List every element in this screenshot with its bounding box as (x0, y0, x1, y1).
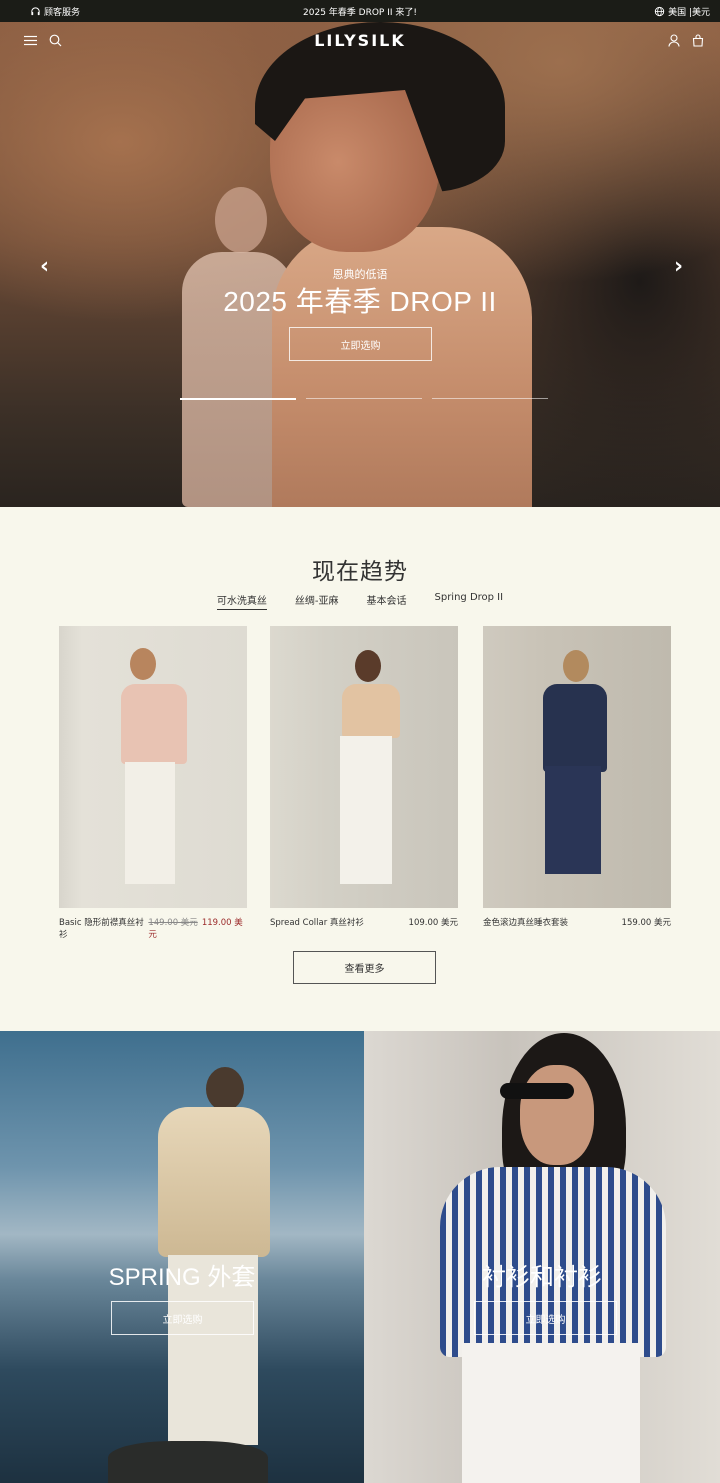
product-card[interactable]: Spread Collar 真丝衬衫 109.00 美元 (270, 626, 458, 928)
hero-banner: LILYSILK ‹ › 恩典的低语 2025 年春季 DROP II 立即选购 (0, 22, 720, 507)
tab-silk-linen[interactable]: 丝绸-亚麻 (295, 592, 339, 610)
product-price: 159.00 美元 (621, 918, 671, 928)
product-info: Basic 隐形前襟真丝衬衫 149.00 美元 119.00 美元 (59, 916, 247, 940)
banner-title: 衬衫和衬衫 (482, 1264, 602, 1291)
product-image[interactable] (59, 626, 247, 908)
trending-tabs: 可水洗真丝 丝绸-亚麻 基本会话 Spring Drop II (0, 592, 720, 610)
shirts-banner[interactable]: 衬衫和衬衫 立即选购 (364, 1031, 720, 1483)
product-image[interactable] (483, 626, 671, 908)
banner-shop-now-button[interactable]: 立即选购 (111, 1301, 254, 1335)
menu-icon[interactable] (24, 35, 37, 46)
account-icon[interactable] (668, 33, 680, 47)
globe-icon (654, 6, 665, 16)
announcement-message[interactable]: 2025 年春季 DROP II 来了! (0, 5, 720, 18)
product-card[interactable]: Basic 隐形前襟真丝衬衫 149.00 美元 119.00 美元 (59, 626, 247, 940)
tab-basics[interactable]: 基本会话 (367, 592, 407, 610)
spring-outerwear-banner[interactable]: SPRING 外套 立即选购 (0, 1031, 364, 1483)
cart-icon[interactable] (692, 33, 704, 47)
tab-spring-drop-ii[interactable]: Spring Drop II (435, 592, 504, 610)
hero-image-figure (215, 187, 267, 253)
customer-service-label: 顾客服务 (44, 7, 81, 18)
region-selector[interactable]: 美国 |美元 (654, 5, 710, 18)
tab-washable-silk[interactable]: 可水洗真丝 (216, 592, 267, 610)
product-info: Spread Collar 真丝衬衫 109.00 美元 (270, 916, 458, 928)
product-info: 金色滚边真丝睡衣套装 159.00 美元 (483, 916, 671, 928)
product-card[interactable]: 金色滚边真丝睡衣套装 159.00 美元 (483, 626, 671, 928)
customer-service-link[interactable]: 顾客服务 (30, 5, 80, 18)
hero-title: 2025 年春季 DROP II (223, 286, 497, 317)
hero-slide-indicators (180, 398, 548, 400)
main-nav: LILYSILK (0, 22, 720, 58)
product-name[interactable]: Spread Collar 真丝衬衫 (270, 916, 364, 928)
slide-indicator[interactable] (180, 398, 296, 400)
product-old-price: 149.00 美元 (148, 918, 198, 928)
slide-indicator[interactable] (306, 398, 422, 399)
announcement-bar: 顾客服务 2025 年春季 DROP II 来了! 美国 |美元 (0, 0, 720, 22)
headset-icon (31, 6, 40, 15)
banner-shop-now-button[interactable]: 立即选购 (474, 1301, 617, 1335)
product-price: 109.00 美元 (408, 918, 458, 928)
product-name[interactable]: Basic 隐形前襟真丝衬衫 (59, 916, 148, 940)
site-logo[interactable]: LILYSILK (0, 31, 720, 50)
banner-title: SPRING 外套 (108, 1264, 256, 1291)
trending-title: 现在趋势 (312, 559, 408, 585)
slide-indicator[interactable] (432, 398, 548, 399)
hero-shop-now-button[interactable]: 立即选购 (289, 327, 432, 361)
product-name[interactable]: 金色滚边真丝睡衣套装 (483, 916, 568, 928)
product-image[interactable] (270, 626, 458, 908)
search-icon[interactable] (49, 34, 62, 47)
region-label: 美国 |美元 (668, 7, 710, 18)
view-more-button[interactable]: 查看更多 (293, 951, 436, 984)
